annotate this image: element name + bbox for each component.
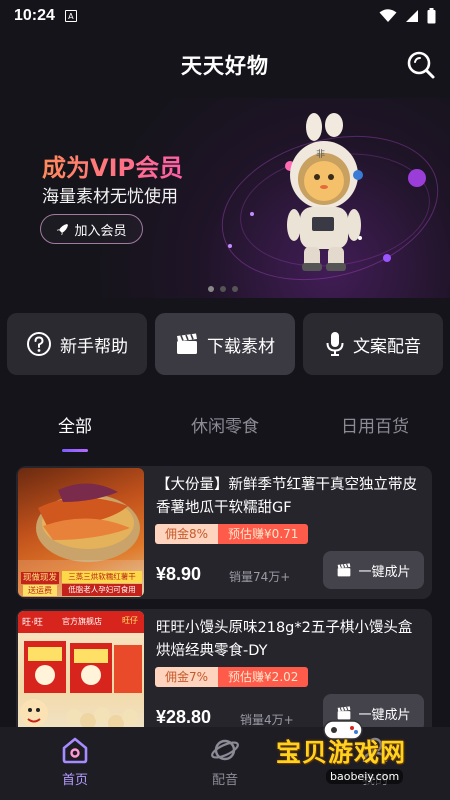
vip-banner[interactable]: 非 成为VIP会员 海量素材无忧使用 加入会员: [0, 98, 450, 298]
product-title: 旺旺小馒头原味218g*2五子棋小馒头盒烘焙经典零食-DY: [156, 620, 413, 659]
app-header: 天天好物: [0, 40, 450, 90]
thumb-caption: 低脂老人孕妇可食用: [62, 584, 142, 596]
cellular-icon: [406, 10, 418, 22]
tab-snacks[interactable]: 休闲零食: [150, 400, 300, 450]
estimated-earnings-badge: 预估赚¥0.71: [218, 524, 309, 544]
product-sales: 销量4万+: [240, 713, 294, 727]
banner-title: 成为VIP会员: [42, 148, 183, 183]
nav-label: 首页: [61, 773, 88, 788]
search-icon[interactable]: [406, 50, 436, 80]
notification-icon: A: [64, 10, 77, 22]
banner-subtitle: 海量素材无忧使用: [42, 187, 178, 207]
page-title: 天天好物: [181, 54, 269, 78]
one-click-video-label: 一键成片: [358, 564, 411, 580]
rocket-icon: [57, 223, 69, 235]
product-list: 现做现发 送运费 三蒸三烘软糯红薯干 低脂老人孕妇可食用 【大份量】新鲜季节红薯…: [16, 466, 432, 752]
thumb-badge: 现做现发: [21, 572, 59, 584]
thumb-caption: 三蒸三烘软糯红薯干: [62, 571, 142, 583]
product-card[interactable]: 旺·旺 官方旗舰店 旺仔 旺旺小馒头原味218g*2五子棋小馒头盒烘焙经典零食-…: [16, 609, 432, 742]
commission-badge: 佣金7%: [155, 667, 219, 687]
product-thumbnail: 旺·旺 官方旗舰店 旺仔: [18, 611, 144, 740]
product-price: ¥8.90: [156, 564, 202, 584]
category-tabs: 全部 休闲零食 日用百货: [0, 400, 450, 452]
tab-daily-goods[interactable]: 日用百货: [300, 400, 450, 450]
astronaut-mascot: 非: [287, 113, 363, 271]
nav-label: 配音: [211, 773, 238, 788]
status-bar: 10:24 A: [0, 0, 450, 32]
tab-all[interactable]: 全部: [0, 400, 150, 452]
wifi-icon: [379, 9, 397, 22]
quick-action-label: 文案配音: [353, 336, 421, 357]
battery-icon: [427, 8, 436, 24]
commission-badge: 佣金8%: [155, 524, 219, 544]
product-title: 【大份量】新鲜季节红薯干真空独立带皮香薯地瓜干软糯甜GF: [156, 477, 417, 516]
thumb-brand: 旺·旺: [22, 618, 43, 628]
download-material-button[interactable]: 下载素材: [155, 313, 295, 375]
product-tags: 佣金8% 预估赚¥0.71: [155, 524, 309, 544]
status-time: 10:24: [14, 7, 55, 24]
quick-action-label: 新手帮助: [60, 336, 128, 357]
watermark-text: 宝贝游戏网: [276, 738, 407, 767]
banner-dot[interactable]: [232, 286, 238, 292]
banner-dot[interactable]: [208, 286, 214, 292]
thumb-badge: 送运费: [23, 585, 57, 596]
product-sales: 销量74万+: [229, 570, 291, 584]
product-thumbnail: 现做现发 送运费 三蒸三烘软糯红薯干 低脂老人孕妇可食用: [18, 468, 144, 597]
product-tags: 佣金7% 预估赚¥2.02: [155, 667, 309, 687]
banner-pagination: [208, 286, 238, 292]
product-card[interactable]: 现做现发 送运费 三蒸三烘软糯红薯干 低脂老人孕妇可食用 【大份量】新鲜季节红薯…: [16, 466, 432, 599]
banner-dot[interactable]: [220, 286, 226, 292]
tab-active-indicator: [62, 449, 88, 452]
one-click-video-button[interactable]: 一键成片: [323, 551, 424, 589]
home-icon: [62, 737, 88, 764]
microphone-icon: [326, 332, 344, 356]
tab-label: 日用百货: [341, 417, 409, 437]
quick-action-label: 下载素材: [207, 336, 275, 357]
watermark-url: baobeiy.com: [326, 769, 404, 784]
newbie-help-button[interactable]: 新手帮助: [7, 313, 147, 375]
mascot-badge: 非: [316, 148, 325, 160]
quick-actions: 新手帮助 下载素材 文案配音: [7, 313, 443, 375]
clapperboard-icon: [338, 563, 351, 577]
clapperboard-icon: [177, 333, 197, 354]
thumb-logo: 旺仔: [122, 616, 138, 625]
tab-label: 休闲零食: [191, 417, 259, 437]
voiceover-button[interactable]: 文案配音: [303, 313, 443, 375]
help-circle-icon: [27, 332, 51, 356]
thumb-store-label: 官方旗舰店: [62, 617, 102, 626]
join-vip-label: 加入会员: [74, 223, 127, 239]
site-watermark: 宝贝游戏网 baobeiy.com: [276, 720, 450, 800]
tab-label: 全部: [58, 417, 92, 437]
nav-home[interactable]: 首页: [0, 727, 150, 800]
planet-icon: [211, 739, 239, 761]
estimated-earnings-badge: 预估赚¥2.02: [218, 667, 309, 687]
product-price: ¥28.80: [156, 707, 212, 727]
join-vip-button[interactable]: 加入会员: [40, 214, 143, 244]
